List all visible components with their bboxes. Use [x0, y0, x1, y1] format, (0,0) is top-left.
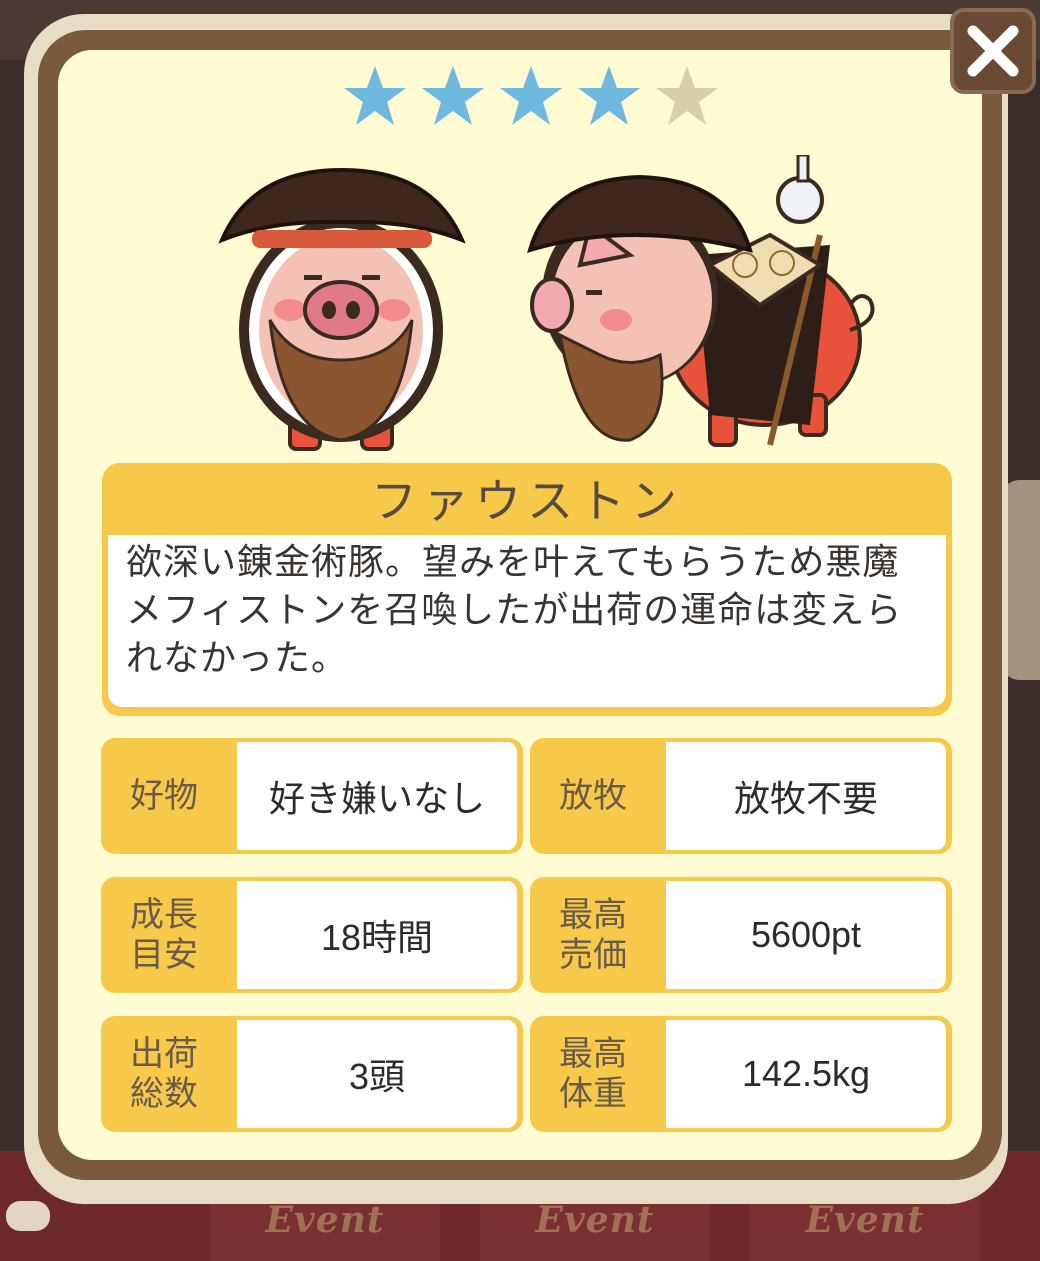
stat-label: 最高売価 — [559, 895, 627, 975]
stat-label: 成長目安 — [130, 895, 198, 975]
stat-shipped-count: 出荷総数 3頭 — [101, 1016, 523, 1132]
stat-value: 3頭 — [237, 1020, 517, 1128]
background-tab-label: Event — [535, 1199, 655, 1241]
stat-label: 好物 — [130, 776, 198, 816]
star-icon — [344, 66, 406, 125]
stat-growth-time: 成長目安 18時間 — [101, 877, 523, 993]
stat-label: 出荷総数 — [130, 1034, 198, 1114]
stat-grazing: 放牧 放牧不要 — [530, 738, 952, 854]
stat-max-weight: 最高体重 142.5kg — [530, 1016, 952, 1132]
background-tab-label: Event — [805, 1199, 925, 1241]
stat-label: 放牧 — [559, 776, 627, 816]
background-tab-label: Event — [265, 1199, 385, 1241]
stat-value: 好き嫌いなし — [237, 742, 517, 850]
star-icon — [500, 66, 562, 125]
star-icon — [422, 66, 484, 125]
character-description: 欲深い錬金術豚。望みを叶えてもらうため悪魔メフィストンを召喚したが出荷の運命は変… — [108, 535, 946, 707]
character-name: ファウストン — [371, 474, 683, 528]
stat-value: 放牧不要 — [666, 742, 946, 850]
stat-value: 5600pt — [666, 881, 946, 989]
star-icon — [656, 66, 718, 125]
stat-max-price: 最高売価 5600pt — [530, 877, 952, 993]
character-info-box: ファウストン 欲深い錬金術豚。望みを叶えてもらうため悪魔メフィストンを召喚したが… — [102, 463, 952, 716]
close-icon — [967, 25, 1019, 77]
character-front-illustration — [218, 167, 466, 451]
stat-value: 142.5kg — [666, 1020, 946, 1128]
character-side-illustration — [527, 155, 875, 447]
pig-icon — [6, 1201, 50, 1231]
stat-label: 最高体重 — [559, 1034, 627, 1114]
stat-value: 18時間 — [237, 881, 517, 989]
stat-favorite-food: 好物 好き嫌いなし — [101, 738, 523, 854]
rarity-stars — [340, 62, 720, 132]
close-button[interactable] — [950, 8, 1036, 94]
star-icon — [578, 66, 640, 125]
